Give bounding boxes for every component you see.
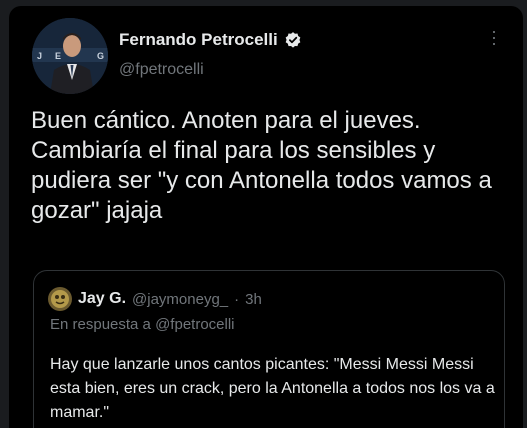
author-name-row: Fernando Petrocelli	[119, 30, 302, 50]
tweet-text: Buen cántico. Anoten para el jueves. Cam…	[31, 107, 492, 224]
reply-context-prefix: En respuesta a	[50, 316, 151, 333]
quoted-separator: ·	[234, 290, 240, 308]
quoted-author-display-name[interactable]: Jay G.	[78, 290, 126, 308]
quoted-tweet[interactable]: Jay G. @jaymoneyg_ · 3h En respuesta a @…	[33, 270, 505, 428]
quoted-tweet-text: Hay que lanzarle unos cantos picantes: "…	[50, 356, 495, 421]
quoted-author-avatar[interactable]	[48, 287, 72, 311]
svg-text:G: G	[97, 51, 104, 61]
reply-context-mention[interactable]: @fpetrocelli	[155, 316, 234, 333]
svg-text:E: E	[55, 51, 61, 61]
more-vertical-icon[interactable]: · · ·	[489, 22, 499, 52]
quoted-tweet-header: Jay G. @jaymoneyg_ · 3h	[48, 287, 262, 311]
author-avatar[interactable]: J E G	[32, 18, 108, 94]
quoted-timestamp[interactable]: 3h	[245, 291, 262, 308]
verified-badge-icon	[284, 31, 302, 49]
author-display-name[interactable]: Fernando Petrocelli	[119, 30, 278, 50]
svg-text:J: J	[37, 51, 42, 61]
author-handle[interactable]: @fpetrocelli	[119, 61, 204, 79]
tweet-card[interactable]: J E G Fernando Petrocelli @fpetrocelli ·…	[9, 6, 523, 428]
quoted-author-handle[interactable]: @jaymoneyg_	[132, 291, 228, 308]
reply-context: En respuesta a @fpetrocelli	[50, 316, 235, 333]
